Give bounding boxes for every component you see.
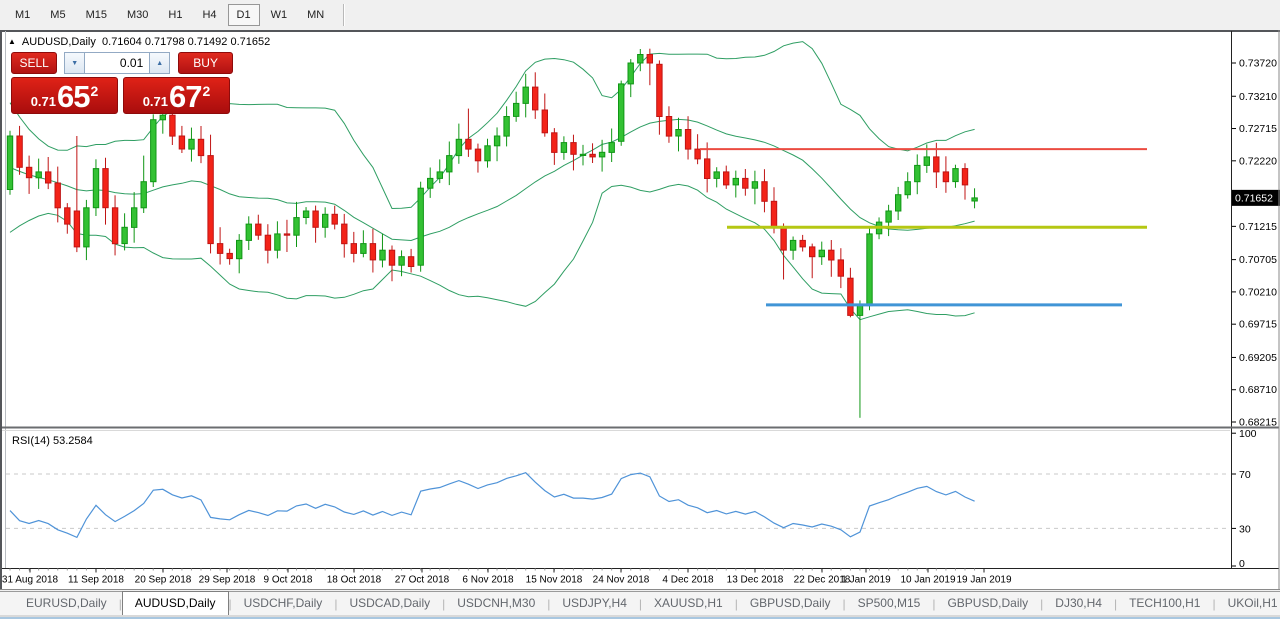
volume-increase-button[interactable]: ▲ — [149, 52, 171, 74]
window-bottom-edge — [0, 615, 1280, 619]
buy-price-superscript: 2 — [202, 83, 211, 99]
volume-input[interactable]: 0.01 — [85, 52, 150, 74]
svg-text:27 Oct 2018: 27 Oct 2018 — [395, 575, 450, 586]
chart-symbol-period: AUDUSD,Daily — [21, 36, 96, 48]
svg-text:0.69715: 0.69715 — [1239, 319, 1277, 331]
price-chart[interactable]: 0.737200.732100.727150.722200.717100.712… — [0, 30, 1280, 590]
arrow-down-icon: ▼ — [71, 59, 79, 67]
svg-text:70: 70 — [1239, 469, 1251, 481]
toolbar-separator — [343, 4, 346, 26]
svg-text:11 Sep 2018: 11 Sep 2018 — [68, 575, 124, 586]
sell-price-digits: 65 — [57, 79, 90, 114]
chart-tab-audusd-1[interactable]: AUDUSD,Daily — [121, 591, 229, 616]
chart-tab-dj30-10[interactable]: DJ30,H4 — [1043, 592, 1114, 615]
timeframe-button-m5[interactable]: M5 — [41, 4, 74, 26]
timeframe-toolbar: M1 M5 M15 M30 H1 H4 D1 W1 MN — [0, 0, 1280, 30]
buy-button[interactable]: BUY — [178, 52, 233, 74]
volume-stepper: ▼ 0.01 ▲ — [64, 52, 171, 74]
sell-price-prefix: 0.71 — [30, 94, 57, 109]
rsi-indicator-label: RSI(14) 53.2584 — [12, 435, 93, 447]
chart-tab-xauusd-6[interactable]: XAUUSD,H1 — [642, 592, 735, 615]
svg-text:10 Jan 2019: 10 Jan 2019 — [900, 575, 955, 586]
one-click-trading-widget: SELL ▼ 0.01 ▲ BUY 0.71 65 2 0.71 67 2 — [11, 52, 233, 114]
timeframe-button-d1[interactable]: D1 — [227, 4, 260, 26]
timeframe-button-w1[interactable]: W1 — [262, 4, 297, 26]
timeframe-button-h4[interactable]: H4 — [193, 4, 225, 26]
chart-tab-gbpusd-9[interactable]: GBPUSD,Daily — [935, 592, 1040, 615]
buy-price-panel[interactable]: 0.71 67 2 — [123, 77, 230, 114]
svg-text:0.71215: 0.71215 — [1239, 221, 1277, 233]
current-price-tag: 0.71652 — [1231, 189, 1280, 206]
chart-tab-bar: EURUSD,Daily | AUDUSD,Daily | USDCHF,Daily | U… — [0, 591, 1280, 616]
svg-text:0.73720: 0.73720 — [1239, 58, 1277, 70]
chart-tab-usdjpy-5[interactable]: USDJPY,H4 — [550, 592, 638, 615]
sell-price-superscript: 2 — [90, 83, 99, 99]
svg-text:100: 100 — [1239, 428, 1257, 440]
svg-text:9 Oct 2018: 9 Oct 2018 — [264, 575, 313, 586]
svg-text:4 Dec 2018: 4 Dec 2018 — [662, 575, 714, 586]
chart-tab-tech100-11[interactable]: TECH100,H1 — [1117, 592, 1212, 615]
svg-text:1 Jan 2019: 1 Jan 2019 — [841, 575, 891, 586]
svg-text:0.70210: 0.70210 — [1239, 286, 1277, 298]
svg-text:0: 0 — [1239, 558, 1245, 570]
svg-text:20 Sep 2018: 20 Sep 2018 — [135, 575, 192, 586]
chart-tab-eurusd-0[interactable]: EURUSD,Daily — [14, 592, 119, 615]
svg-text:15 Nov 2018: 15 Nov 2018 — [526, 575, 583, 586]
arrow-up-icon: ▲ — [156, 59, 164, 67]
timeframe-button-m30[interactable]: M30 — [118, 4, 157, 26]
svg-text:18 Oct 2018: 18 Oct 2018 — [327, 575, 382, 586]
svg-text:31 Aug 2018: 31 Aug 2018 — [2, 575, 59, 586]
chart-tab-usdcnh-4[interactable]: USDCNH,M30 — [445, 592, 547, 615]
sell-price-panel[interactable]: 0.71 65 2 — [11, 77, 118, 114]
svg-text:0.72715: 0.72715 — [1239, 123, 1277, 135]
buy-price-digits: 67 — [169, 79, 202, 114]
svg-text:0.69205: 0.69205 — [1239, 352, 1277, 364]
buy-price-prefix: 0.71 — [142, 94, 169, 109]
sell-button[interactable]: SELL — [11, 52, 58, 74]
svg-text:30: 30 — [1239, 523, 1251, 535]
timeframe-button-m15[interactable]: M15 — [77, 4, 116, 26]
timeframe-button-h1[interactable]: H1 — [159, 4, 191, 26]
chart-tab-gbpusd-7[interactable]: GBPUSD,Daily — [738, 592, 843, 615]
svg-text:19 Jan 2019: 19 Jan 2019 — [956, 575, 1011, 586]
chart-tab-ukoil-12[interactable]: UKOil,H1 — [1216, 592, 1280, 615]
chart-tab-sp500-8[interactable]: SP500,M15 — [846, 592, 933, 615]
svg-text:24 Nov 2018: 24 Nov 2018 — [593, 575, 650, 586]
svg-text:0.72220: 0.72220 — [1239, 155, 1277, 167]
svg-text:0.68710: 0.68710 — [1239, 384, 1277, 396]
volume-decrease-button[interactable]: ▼ — [64, 52, 86, 74]
mt4-trading-terminal: { "toolbar": { "timeframes": ["M1","M5",… — [0, 0, 1280, 619]
timeframe-button-mn[interactable]: MN — [298, 4, 333, 26]
chart-tab-usdchf-2[interactable]: USDCHF,Daily — [232, 592, 335, 615]
svg-text:0.71652: 0.71652 — [1235, 192, 1273, 204]
collapse-triangle-icon[interactable]: ▲ — [8, 37, 16, 46]
svg-text:6 Nov 2018: 6 Nov 2018 — [462, 575, 514, 586]
chart-window: 0.737200.732100.727150.722200.717100.712… — [0, 30, 1280, 590]
svg-text:29 Sep 2018: 29 Sep 2018 — [199, 575, 256, 586]
svg-text:0.70705: 0.70705 — [1239, 254, 1277, 266]
chart-ohlc-values: 0.71604 0.71798 0.71492 0.71652 — [102, 36, 271, 48]
svg-text:13 Dec 2018: 13 Dec 2018 — [727, 575, 784, 586]
timeframe-button-m1[interactable]: M1 — [6, 4, 39, 26]
svg-text:0.73210: 0.73210 — [1239, 91, 1277, 103]
chart-tab-usdcad-3[interactable]: USDCAD,Daily — [337, 592, 442, 615]
chart-title: ▲ AUDUSD,Daily 0.71604 0.71798 0.71492 0.… — [8, 36, 270, 48]
